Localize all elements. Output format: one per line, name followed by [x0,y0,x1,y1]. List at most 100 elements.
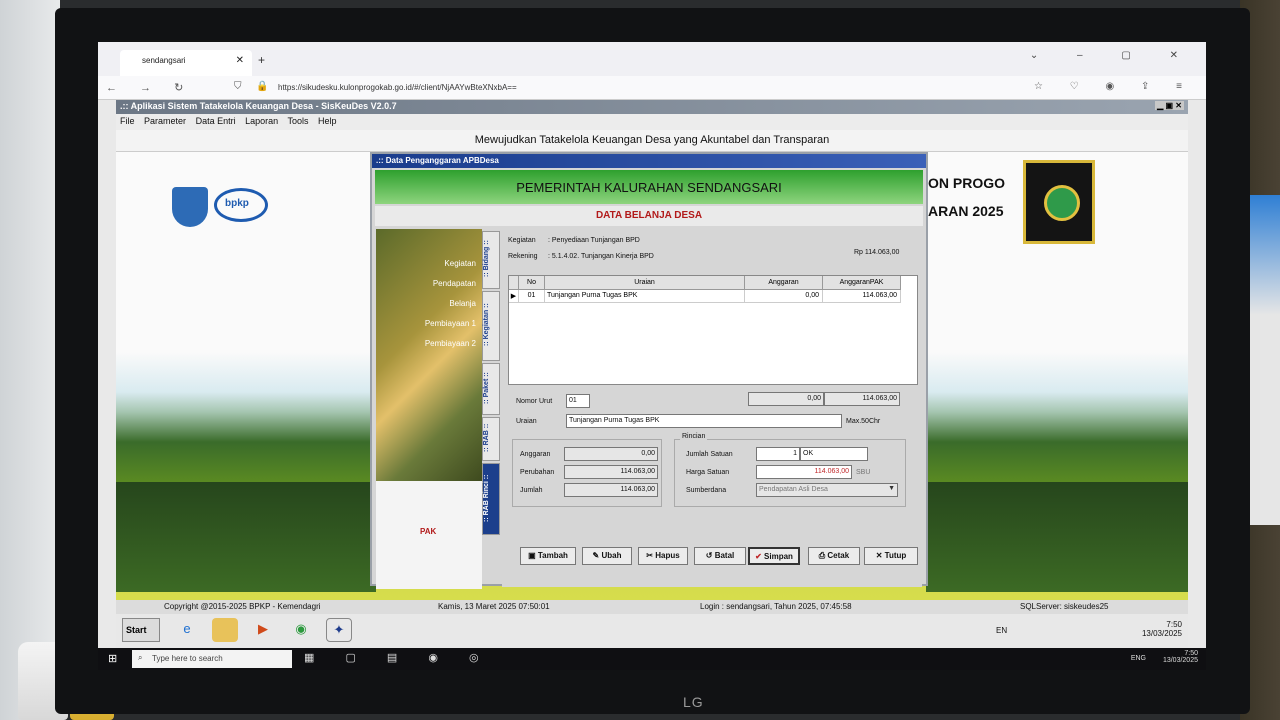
left-item-kegiatan[interactable]: Kegiatan [376,259,476,268]
table-header-uraian: Uraian [545,276,745,290]
rincian-label: Rincian [680,433,708,440]
pak-label: PAK [420,527,437,536]
dialog-header: PEMERINTAH KALURAHAN SENDANGSARI [375,170,923,204]
menu-parameter[interactable]: Parameter [144,116,186,126]
perubahan-label: Perubahan [520,469,555,476]
palms-right [926,482,1188,592]
w10-time: 7:50 [1184,650,1198,657]
region-text-2: ARAN 2025 [928,203,1004,219]
palms-left [116,482,376,592]
ubah-button[interactable]: ✎ Ubah [582,547,632,565]
chrome-icon[interactable]: ◉ [288,618,314,642]
new-tab-icon[interactable]: + [258,53,265,67]
tab-title: sendangsari [142,56,186,65]
xp-date: 13/03/2025 [1141,629,1182,638]
folder-icon[interactable] [212,618,238,642]
pinned-apps[interactable]: ▦ ▢ ▤ ◉ ◎ [304,651,493,664]
side-object [1250,195,1280,525]
nomor-anggaranpak-field: 114.063,00 [824,392,900,406]
batal-button[interactable]: ↺ Batal [694,547,746,565]
rekening-total: Rp 114.063,00 [854,249,900,256]
windows-icon[interactable]: ⊞ [108,652,117,665]
dialog-subheader: DATA BELANJA DESA [375,206,923,226]
rekening-label: Rekening [508,253,538,260]
siskeudes-icon[interactable]: ✦ [326,618,352,642]
max-chr-label: Max.50Chr [846,418,881,425]
hapus-button[interactable]: ✂ Hapus [638,547,688,565]
menu-help[interactable]: Help [318,116,337,126]
tab-kegiatan[interactable]: :: Kegiatan :: [482,291,500,361]
jumlah-field: 114.063,00 [564,483,658,497]
tambah-button[interactable]: ▣ Tambah [520,547,576,565]
cetak-button[interactable]: ⎙ Cetak [808,547,860,565]
sumberdana-value: Pendapatan Asli Desa [759,486,828,493]
kegiatan-label: Kegiatan [508,237,536,244]
browser-tabbar: sendangsari ✕ + ⌄ – ▢ ✕ [98,42,1206,76]
check-icon: ✔ [755,552,765,561]
toolbar-icons[interactable]: ☆ ♡ ◉ ⇪ ≡ [1034,81,1194,92]
delete-icon: ✂ [646,551,656,560]
table-header-anggaran: Anggaran [745,276,823,290]
kemendagri-logo [172,187,208,227]
table-row-anggaran[interactable]: 0,00 [745,290,823,303]
close-tab-icon[interactable]: ✕ [236,55,244,66]
w10-date: 13/03/2025 [1162,657,1198,664]
uraian-input[interactable]: Tunjangan Purna Tugas BPK [566,414,842,428]
left-item-belanja[interactable]: Belanja [376,299,476,308]
satuan-input[interactable]: OK [800,447,868,461]
ie-icon[interactable]: e [174,618,200,642]
left-item-pembiayaan-1[interactable]: Pembiayaan 1 [376,319,476,328]
start-button[interactable]: Start [122,618,160,642]
nav-buttons[interactable]: ← → ↻ [106,81,193,94]
dialog-content: Kegiatan : Penyediaan Tunjangan BPD Reke… [502,229,922,587]
bpkp-logo: bpkp [214,188,268,222]
kegiatan-value: : Penyediaan Tunjangan BPD [548,237,640,244]
left-panel-image: Kegiatan Pendapatan Belanja Pembiayaan 1… [376,229,482,481]
sumberdana-label: Sumberdana [686,487,727,494]
address-bar: ← → ↻ ⛉ 🔒 https://sikudesku.kulonprogoka… [98,76,1206,100]
left-item-pembiayaan-2[interactable]: Pembiayaan 2 [376,339,476,348]
row-pointer-icon: ▶ [509,290,519,303]
nomor-anggaran-field: 0,00 [748,392,824,406]
jumlah-satuan-input[interactable]: 1 [756,447,800,461]
window-controls[interactable]: ⌄ – ▢ ✕ [1030,50,1196,61]
lang-indicator[interactable]: EN [996,626,1007,635]
menu-laporan[interactable]: Laporan [245,116,278,126]
tab-rab[interactable]: :: RAB :: [482,417,500,461]
shield-icon[interactable]: ⛉ 🔒 [234,81,275,92]
table-row-uraian[interactable]: Tunjangan Purna Tugas BPK [545,290,745,303]
chevron-down-icon[interactable]: ▼ [888,485,895,492]
app-title: .:: Aplikasi Sistem Tatakelola Keuangan … [120,101,397,111]
nomor-urut-label: Nomor Urut [516,398,553,405]
browser-tab[interactable]: sendangsari ✕ [120,50,252,76]
anggaran-field: 0,00 [564,447,658,461]
simpan-button[interactable]: ✔ Simpan [748,547,800,565]
screen: sendangsari ✕ + ⌄ – ▢ ✕ ← → ↻ ⛉ 🔒 https:… [98,42,1206,670]
table-header-no: No [519,276,545,290]
harga-satuan-input[interactable]: 114.063,00 [756,465,852,479]
w10-lang[interactable]: ENG [1131,655,1146,662]
anggaran-label: Anggaran [520,451,551,458]
search-input[interactable]: ⌕ Type here to search [132,650,292,668]
app-statusbar: Copyright @2015-2025 BPKP - Kemendagri K… [116,600,1188,614]
app-window-controls[interactable]: ▁ ▣ ✕ [1155,101,1184,110]
xp-time: 7:50 [1166,620,1182,629]
tab-rab-rinci[interactable]: :: RAB Rinci :: [482,463,500,535]
left-item-pendapatan[interactable]: Pendapatan [376,279,476,288]
nomor-urut-input[interactable]: 01 [566,394,590,408]
table-row-no[interactable]: 01 [519,290,545,303]
media-icon[interactable]: ▶ [250,618,276,642]
menu-file[interactable]: File [120,116,135,126]
remote-taskbar: Start e ▶ ◉ ✦ EN 7:50 13/03/2025 [116,614,1188,648]
tab-paket[interactable]: :: Paket :: [482,363,500,415]
sumberdana-select[interactable]: Pendapatan Asli Desa ▼ [756,483,898,497]
menu-tools[interactable]: Tools [288,116,309,126]
table-row-anggaranpak[interactable]: 114.063,00 [823,290,901,303]
menu-data-entri[interactable]: Data Entri [196,116,236,126]
close-icon: ✕ [875,551,885,560]
search-placeholder: Type here to search [152,654,223,663]
url-input[interactable]: https://sikudesku.kulonprogokab.go.id/#/… [278,83,517,92]
rincian-table[interactable]: No Uraian Anggaran AnggaranPAK ▶ 01 Tunj… [508,275,918,385]
tutup-button[interactable]: ✕ Tutup [864,547,918,565]
tab-bidang[interactable]: :: Bidang :: [482,231,500,289]
